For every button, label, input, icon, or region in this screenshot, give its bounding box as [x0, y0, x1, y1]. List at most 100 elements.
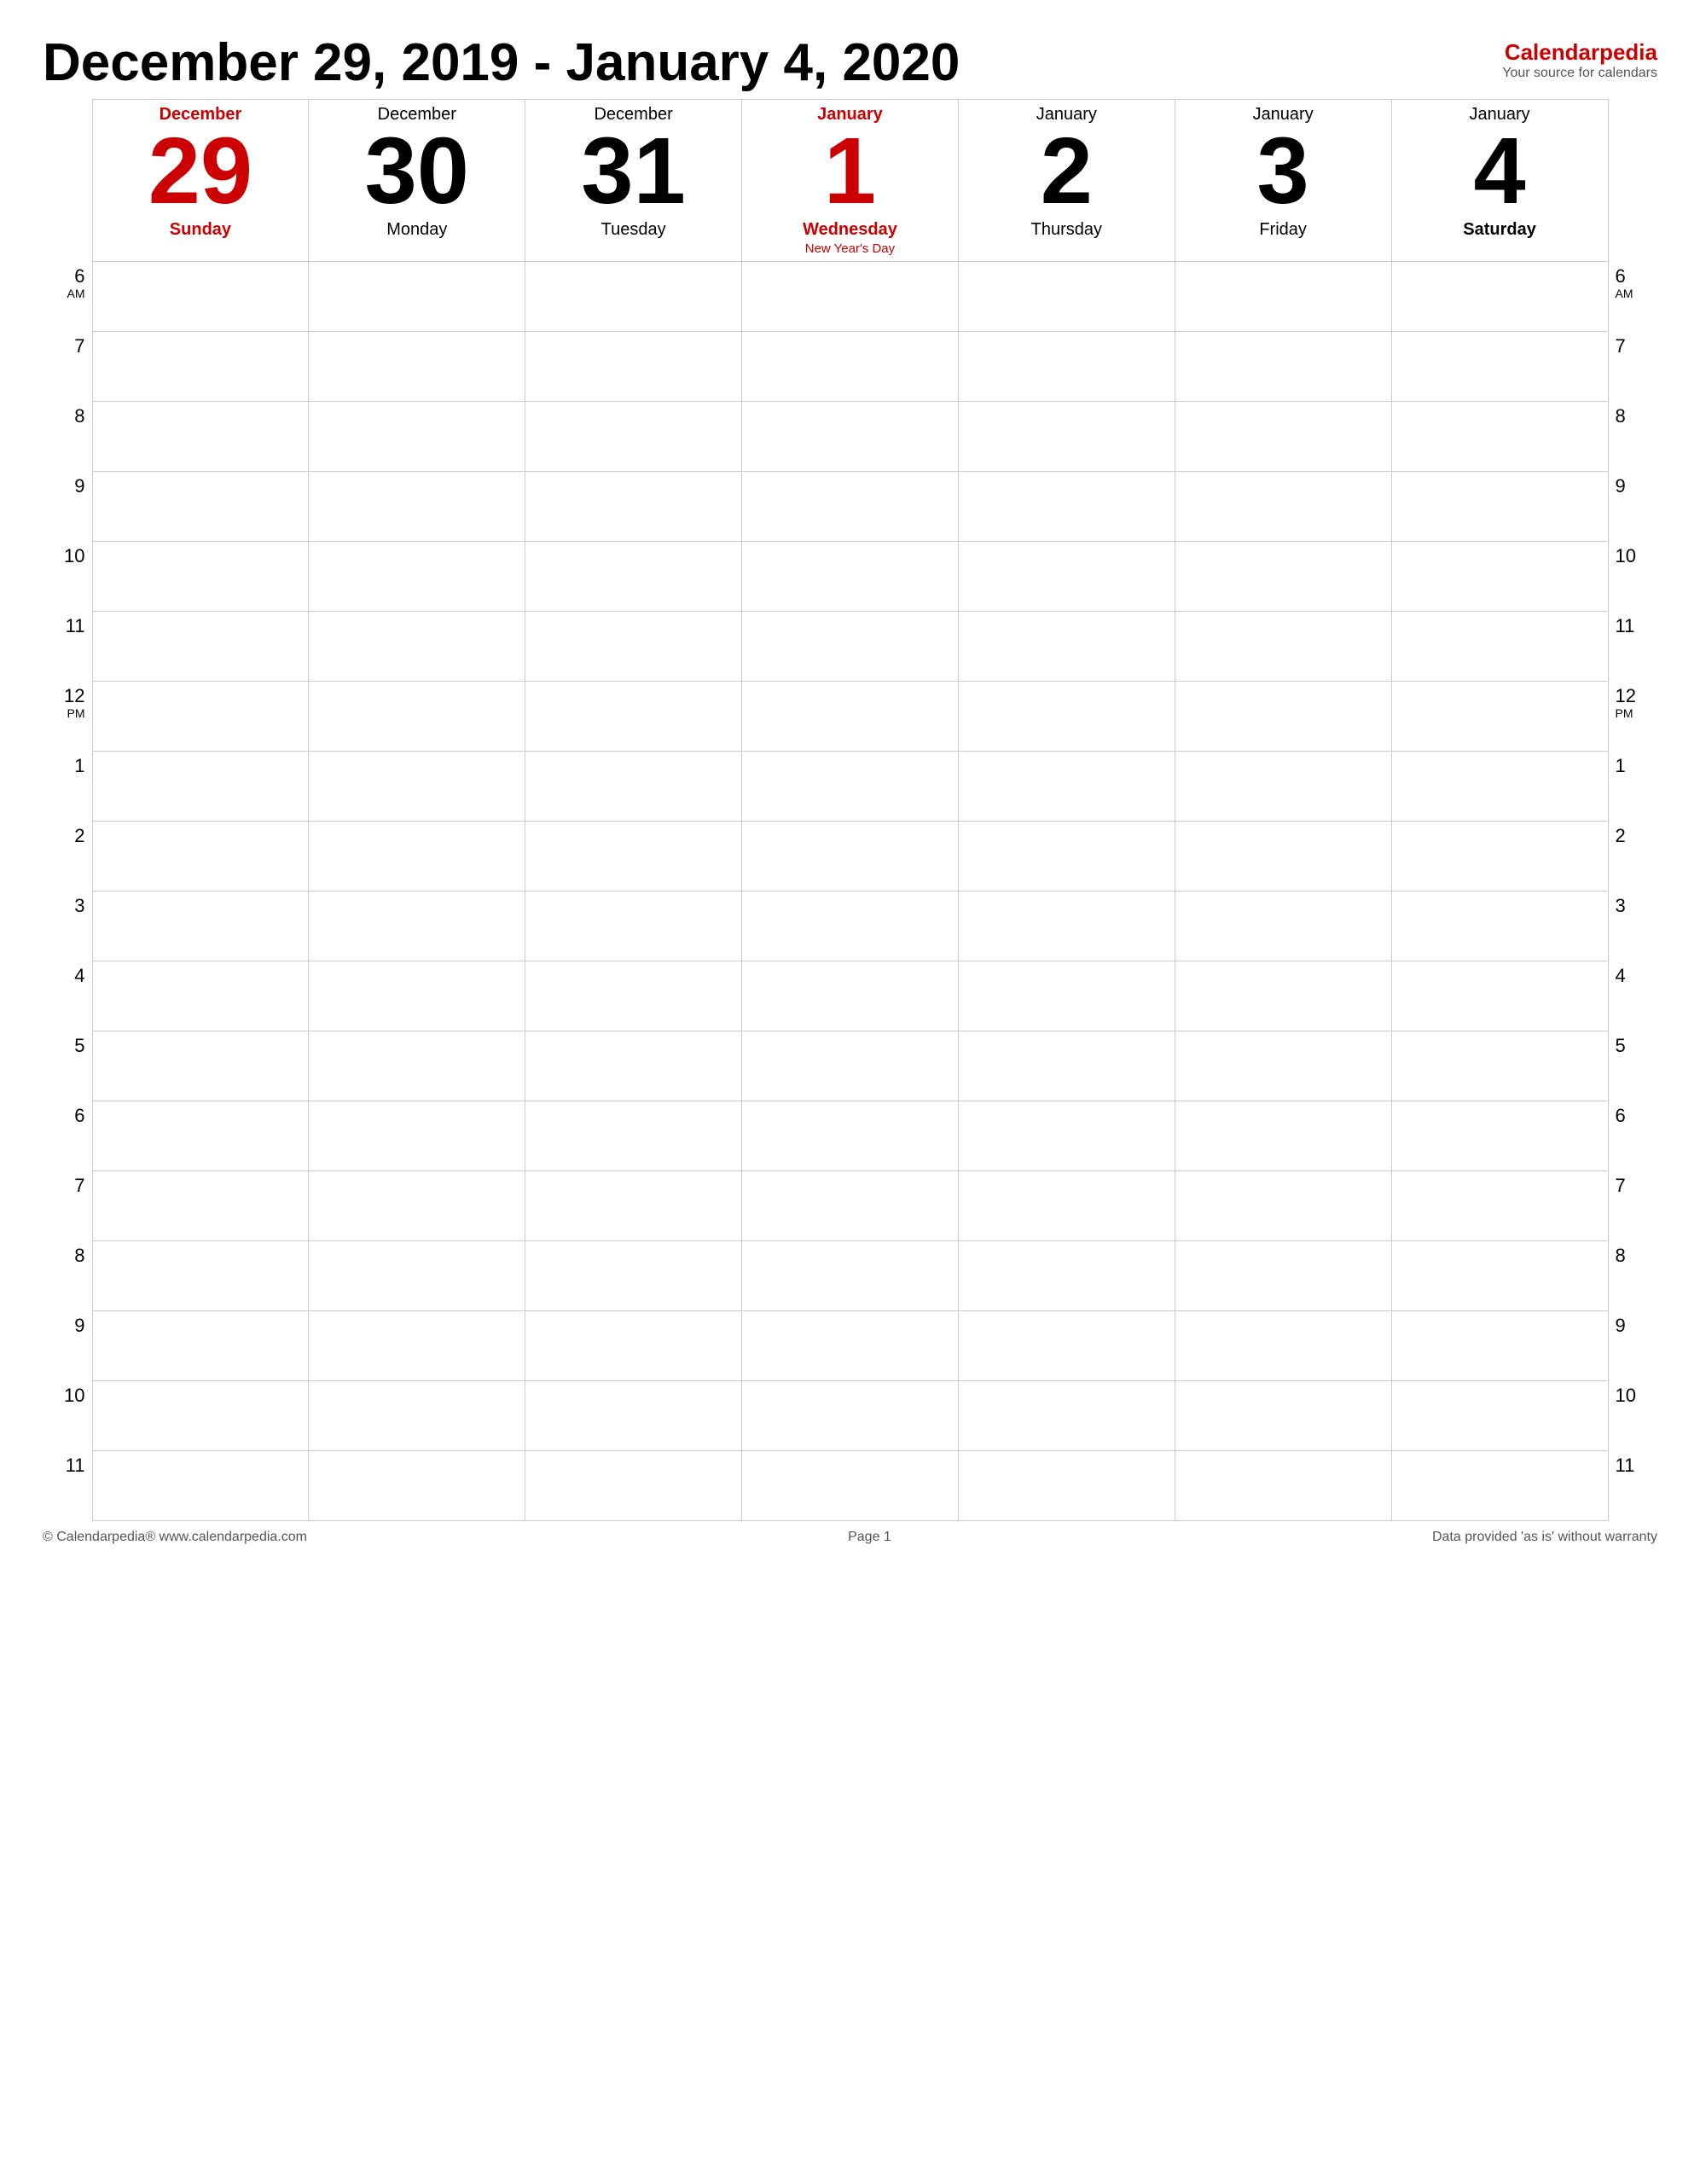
time-cell-6-6[interactable]: [1391, 682, 1608, 752]
time-cell-5-4[interactable]: [958, 612, 1175, 682]
time-cell-16-2[interactable]: [525, 1381, 742, 1451]
time-cell-13-4[interactable]: [958, 1171, 1175, 1241]
time-cell-2-2[interactable]: [525, 402, 742, 472]
time-cell-16-0[interactable]: [92, 1381, 309, 1451]
time-cell-17-2[interactable]: [525, 1451, 742, 1521]
time-cell-13-3[interactable]: [742, 1171, 959, 1241]
time-cell-12-2[interactable]: [525, 1101, 742, 1171]
time-cell-0-4[interactable]: [958, 262, 1175, 332]
time-cell-4-6[interactable]: [1391, 542, 1608, 612]
time-cell-15-5[interactable]: [1175, 1311, 1391, 1381]
time-cell-0-5[interactable]: [1175, 262, 1391, 332]
time-cell-14-4[interactable]: [958, 1241, 1175, 1311]
time-cell-9-4[interactable]: [958, 892, 1175, 961]
time-cell-14-2[interactable]: [525, 1241, 742, 1311]
time-cell-1-1[interactable]: [309, 332, 525, 402]
time-cell-4-4[interactable]: [958, 542, 1175, 612]
time-cell-14-1[interactable]: [309, 1241, 525, 1311]
time-cell-13-1[interactable]: [309, 1171, 525, 1241]
time-cell-3-2[interactable]: [525, 472, 742, 542]
time-cell-8-1[interactable]: [309, 822, 525, 892]
time-cell-8-3[interactable]: [742, 822, 959, 892]
time-cell-3-1[interactable]: [309, 472, 525, 542]
time-cell-12-3[interactable]: [742, 1101, 959, 1171]
time-cell-6-3[interactable]: [742, 682, 959, 752]
time-cell-4-0[interactable]: [92, 542, 309, 612]
time-cell-3-6[interactable]: [1391, 472, 1608, 542]
time-cell-13-5[interactable]: [1175, 1171, 1391, 1241]
time-cell-7-6[interactable]: [1391, 752, 1608, 822]
time-cell-11-0[interactable]: [92, 1031, 309, 1101]
time-cell-15-0[interactable]: [92, 1311, 309, 1381]
time-cell-7-0[interactable]: [92, 752, 309, 822]
time-cell-9-2[interactable]: [525, 892, 742, 961]
time-cell-12-6[interactable]: [1391, 1101, 1608, 1171]
time-cell-14-3[interactable]: [742, 1241, 959, 1311]
time-cell-16-3[interactable]: [742, 1381, 959, 1451]
time-cell-5-1[interactable]: [309, 612, 525, 682]
time-cell-17-4[interactable]: [958, 1451, 1175, 1521]
time-cell-4-2[interactable]: [525, 542, 742, 612]
time-cell-7-4[interactable]: [958, 752, 1175, 822]
time-cell-9-0[interactable]: [92, 892, 309, 961]
time-cell-0-6[interactable]: [1391, 262, 1608, 332]
time-cell-10-3[interactable]: [742, 961, 959, 1031]
time-cell-0-3[interactable]: [742, 262, 959, 332]
time-cell-5-0[interactable]: [92, 612, 309, 682]
time-cell-11-1[interactable]: [309, 1031, 525, 1101]
time-cell-9-5[interactable]: [1175, 892, 1391, 961]
time-cell-6-1[interactable]: [309, 682, 525, 752]
time-cell-2-4[interactable]: [958, 402, 1175, 472]
time-cell-12-4[interactable]: [958, 1101, 1175, 1171]
time-cell-13-2[interactable]: [525, 1171, 742, 1241]
time-cell-17-3[interactable]: [742, 1451, 959, 1521]
time-cell-3-0[interactable]: [92, 472, 309, 542]
time-cell-9-3[interactable]: [742, 892, 959, 961]
time-cell-1-6[interactable]: [1391, 332, 1608, 402]
time-cell-9-1[interactable]: [309, 892, 525, 961]
time-cell-10-5[interactable]: [1175, 961, 1391, 1031]
time-cell-2-5[interactable]: [1175, 402, 1391, 472]
time-cell-3-5[interactable]: [1175, 472, 1391, 542]
time-cell-11-3[interactable]: [742, 1031, 959, 1101]
time-cell-8-2[interactable]: [525, 822, 742, 892]
time-cell-0-0[interactable]: [92, 262, 309, 332]
time-cell-17-1[interactable]: [309, 1451, 525, 1521]
time-cell-8-5[interactable]: [1175, 822, 1391, 892]
time-cell-8-6[interactable]: [1391, 822, 1608, 892]
time-cell-7-3[interactable]: [742, 752, 959, 822]
time-cell-5-2[interactable]: [525, 612, 742, 682]
time-cell-14-6[interactable]: [1391, 1241, 1608, 1311]
time-cell-17-6[interactable]: [1391, 1451, 1608, 1521]
time-cell-16-6[interactable]: [1391, 1381, 1608, 1451]
time-cell-17-0[interactable]: [92, 1451, 309, 1521]
time-cell-16-1[interactable]: [309, 1381, 525, 1451]
time-cell-13-6[interactable]: [1391, 1171, 1608, 1241]
time-cell-2-3[interactable]: [742, 402, 959, 472]
time-cell-10-1[interactable]: [309, 961, 525, 1031]
time-cell-12-1[interactable]: [309, 1101, 525, 1171]
time-cell-14-5[interactable]: [1175, 1241, 1391, 1311]
time-cell-11-2[interactable]: [525, 1031, 742, 1101]
time-cell-14-0[interactable]: [92, 1241, 309, 1311]
time-cell-10-4[interactable]: [958, 961, 1175, 1031]
time-cell-3-3[interactable]: [742, 472, 959, 542]
time-cell-0-1[interactable]: [309, 262, 525, 332]
time-cell-5-3[interactable]: [742, 612, 959, 682]
time-cell-4-3[interactable]: [742, 542, 959, 612]
time-cell-15-1[interactable]: [309, 1311, 525, 1381]
time-cell-7-5[interactable]: [1175, 752, 1391, 822]
time-cell-0-2[interactable]: [525, 262, 742, 332]
time-cell-12-5[interactable]: [1175, 1101, 1391, 1171]
time-cell-1-4[interactable]: [958, 332, 1175, 402]
time-cell-15-3[interactable]: [742, 1311, 959, 1381]
time-cell-10-2[interactable]: [525, 961, 742, 1031]
time-cell-3-4[interactable]: [958, 472, 1175, 542]
time-cell-1-0[interactable]: [92, 332, 309, 402]
time-cell-10-6[interactable]: [1391, 961, 1608, 1031]
time-cell-11-5[interactable]: [1175, 1031, 1391, 1101]
time-cell-2-0[interactable]: [92, 402, 309, 472]
time-cell-17-5[interactable]: [1175, 1451, 1391, 1521]
time-cell-5-6[interactable]: [1391, 612, 1608, 682]
time-cell-7-1[interactable]: [309, 752, 525, 822]
